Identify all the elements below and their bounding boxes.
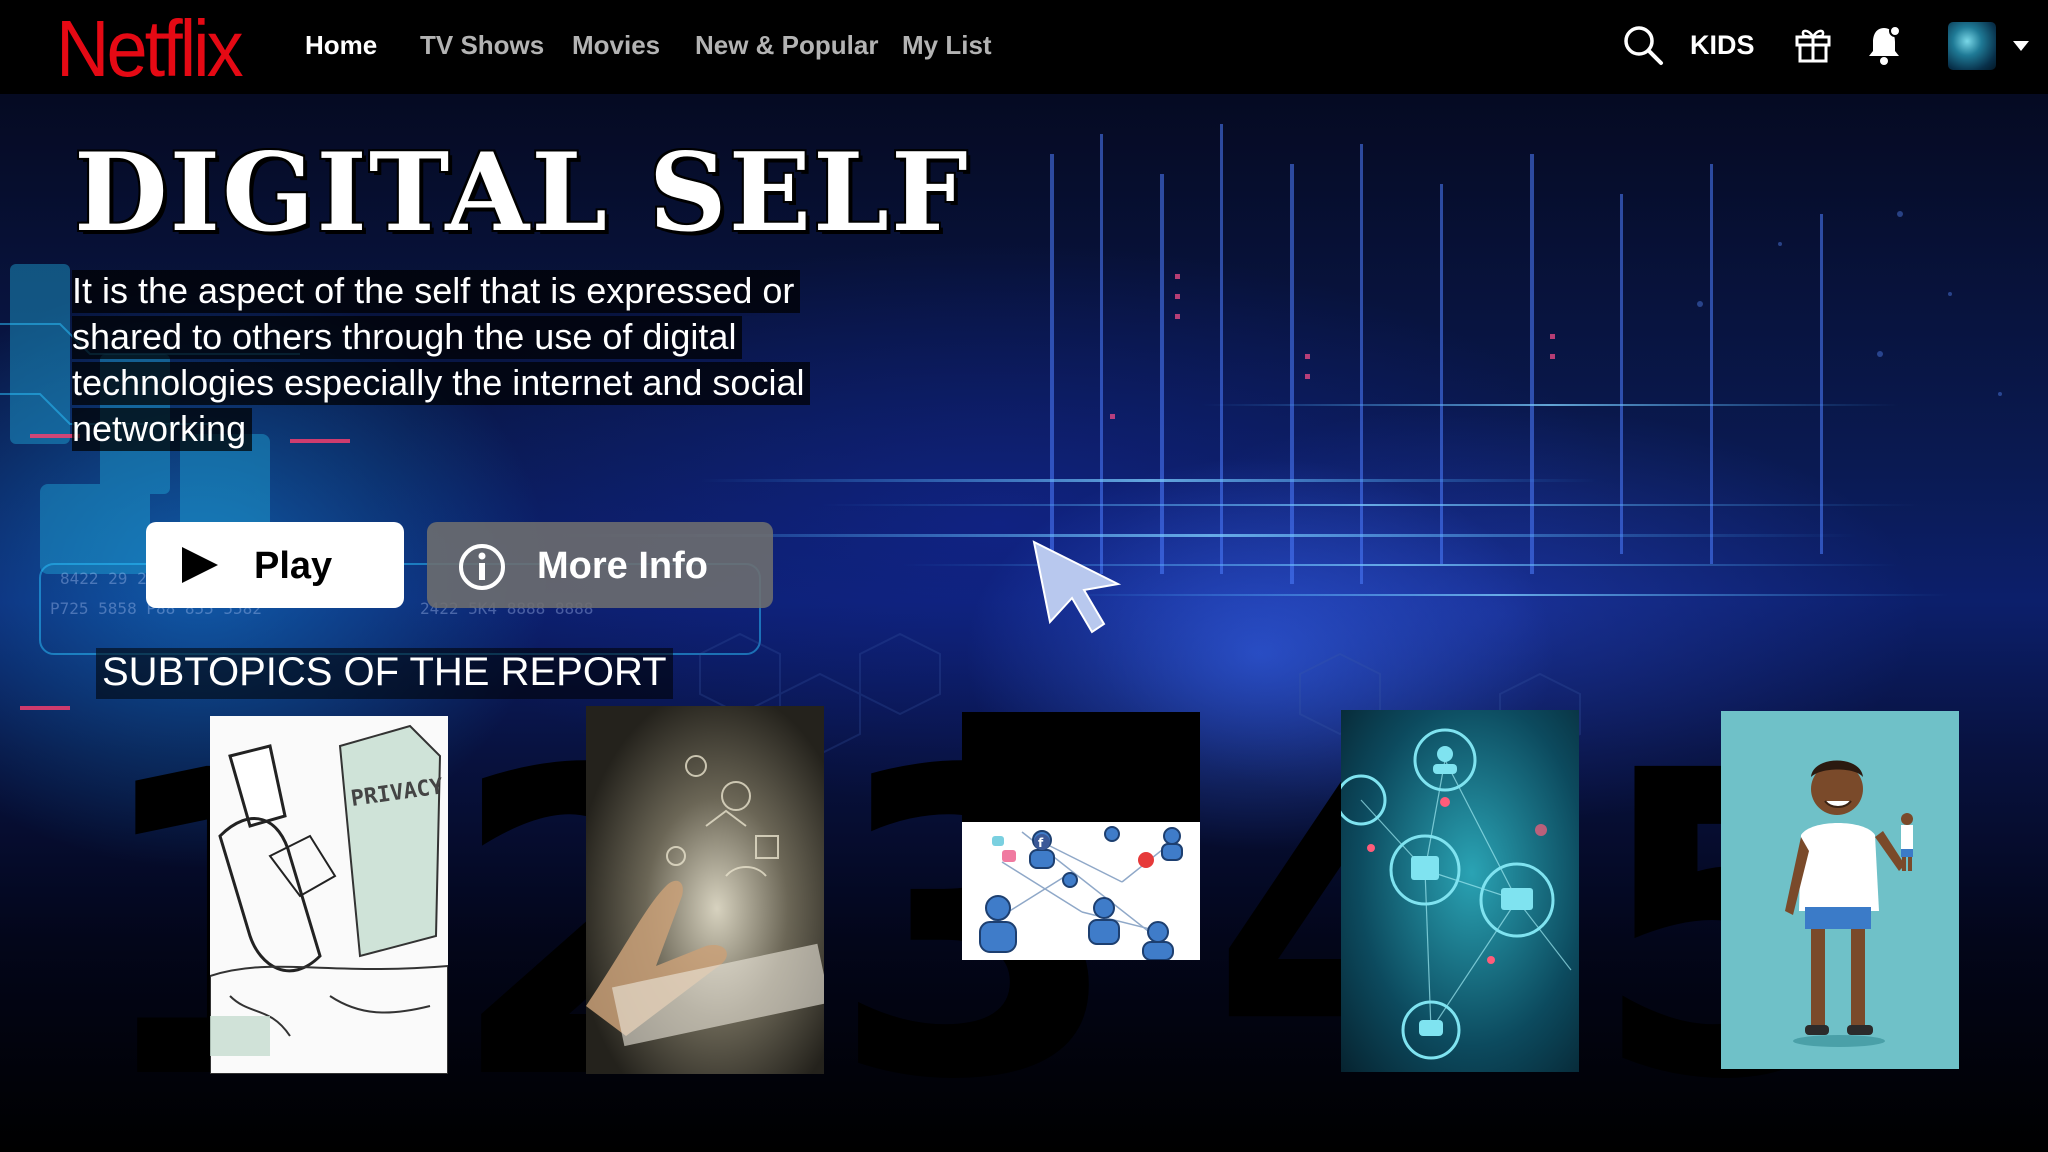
play-button[interactable]: Play xyxy=(146,522,404,608)
nav-link-movies[interactable]: Movies xyxy=(572,30,660,61)
netflix-logo[interactable]: Netflix xyxy=(56,3,244,95)
nav-link-tv-shows[interactable]: TV Shows xyxy=(420,30,544,61)
nav-link-home[interactable]: Home xyxy=(305,30,377,61)
bell-icon[interactable] xyxy=(1866,24,1902,66)
top-nav-bar: Netflix Home TV Shows Movies New & Popul… xyxy=(0,0,2048,94)
hero-title: DIGITAL SELF xyxy=(74,130,970,256)
kids-link[interactable]: KIDS xyxy=(1690,30,1755,61)
nav-link-my-list[interactable]: My List xyxy=(902,30,992,61)
netflix-home-screen: 8422 29 2 255 P725 5858 P88 855 5582 242… xyxy=(0,0,2048,1152)
profile-avatar[interactable] xyxy=(1948,22,1996,70)
svg-text:f: f xyxy=(1038,836,1044,850)
subtopic-card-4[interactable] xyxy=(1341,710,1579,1072)
more-info-button-label: More Info xyxy=(537,545,708,587)
gift-icon[interactable] xyxy=(1794,24,1832,64)
mouse-pointer-icon xyxy=(1032,540,1122,634)
play-button-label: Play xyxy=(254,545,333,587)
more-info-button[interactable]: More Info xyxy=(427,522,773,608)
smiling-man-art xyxy=(1721,711,1959,1069)
subtopic-card-3[interactable]: f xyxy=(962,712,1200,960)
social-network-art: f xyxy=(962,712,1200,960)
play-icon xyxy=(182,547,218,583)
hero-description-text: It is the aspect of the self that is exp… xyxy=(72,270,811,451)
subtopic-card-5[interactable] xyxy=(1721,711,1959,1069)
info-icon xyxy=(459,544,505,590)
hand-tablet-art xyxy=(586,706,824,1074)
digital-network-art xyxy=(1341,710,1579,1072)
hero-description: It is the aspect of the self that is exp… xyxy=(72,268,872,452)
caret-down-icon[interactable] xyxy=(2012,40,2030,52)
nav-link-new-popular[interactable]: New & Popular xyxy=(695,30,878,61)
subtopic-card-1[interactable]: PRIVACY 2.0 xyxy=(210,716,448,1074)
subtopic-card-2[interactable] xyxy=(586,706,824,1074)
search-icon[interactable] xyxy=(1622,24,1664,66)
privacy-sketch-art: PRIVACY 2.0 xyxy=(210,716,448,1074)
